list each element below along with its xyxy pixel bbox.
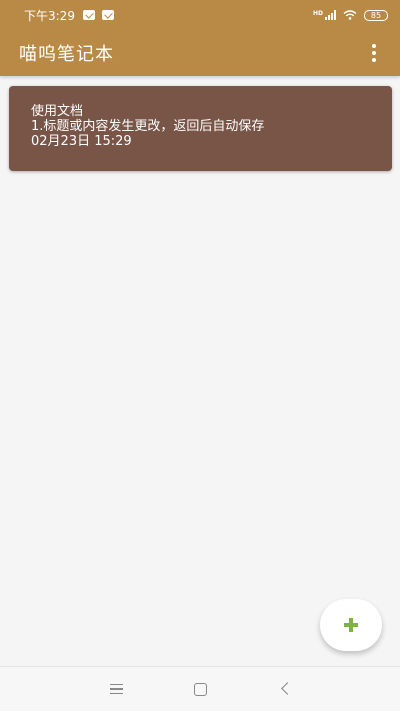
status-bar: 下午3:29 HD 85 [0,0,400,30]
system-nav-bar [0,666,400,711]
status-time: 下午3:29 [24,8,75,23]
notes-list: 使用文档 1.标题或内容发生更改，返回后自动保存 02月23日 15:29 [0,76,400,666]
note-time: 02月23日 15:29 [31,134,132,149]
menu-icon[interactable] [110,681,126,697]
note-card[interactable]: 使用文档 1.标题或内容发生更改，返回后自动保存 02月23日 15:29 [9,86,392,171]
more-vert-icon[interactable] [364,41,384,65]
note-body: 1.标题或内容发生更改，返回后自动保存 [31,119,265,134]
plus-icon [344,618,358,632]
note-title: 使用文档 [31,104,84,119]
add-note-button[interactable] [320,599,382,651]
app-screen: 下午3:29 HD 85 喵呜笔记本 使用文档 1.标题或内容发生更改，返回后自… [0,0,400,711]
wifi-icon [343,10,357,20]
app-title: 喵呜笔记本 [19,44,114,65]
status-icons: HD 85 [313,9,388,21]
signal-icon: HD [313,10,336,20]
battery-indicator: 85 [364,9,388,21]
notification-icon [101,10,114,20]
network-label: HD [312,10,323,17]
app-bar: 喵呜笔记本 [0,30,400,76]
back-icon[interactable] [279,681,295,697]
home-icon[interactable] [193,681,209,697]
notification-icon [82,10,95,20]
